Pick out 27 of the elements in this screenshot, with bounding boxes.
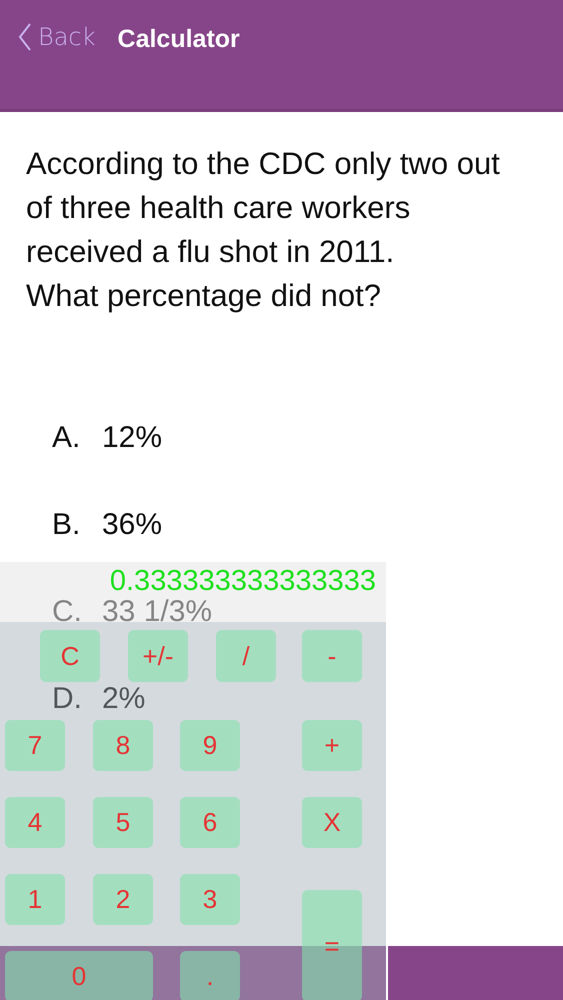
calculator-key[interactable]: 0 [5,951,153,1000]
answer-choice[interactable]: A. 12% [52,423,162,453]
chevron-left-icon [18,22,32,52]
answer-choice[interactable]: B. 36% [52,510,162,540]
calculator-key[interactable]: 7 [5,720,65,771]
calculator-key[interactable]: = [302,890,362,1000]
calculator-display: 0.333333333333333 [110,564,376,598]
answer-choice[interactable]: D. 2% [52,684,146,714]
answer-choice[interactable]: C. 33 1/3% [52,597,212,627]
calculator-key[interactable]: 8 [93,720,153,771]
calculator-key[interactable]: 2 [93,874,153,925]
calculator-key[interactable]: C [40,630,100,682]
calculator-key[interactable]: 3 [180,874,240,925]
calculator-key[interactable]: +/- [128,630,188,682]
calculator-key[interactable]: 5 [93,797,153,848]
calculator-key[interactable]: / [216,630,276,682]
calculator-key[interactable]: - [302,630,362,682]
calculator-key[interactable]: . [180,951,240,1000]
calculator-key[interactable]: X [302,797,362,848]
question-text: According to the CDC only two out of three health care workers received a flu shot in 2011. What percentage did not? [26,145,501,315]
calculator-key[interactable]: 9 [180,720,240,771]
calculator-key[interactable]: 1 [5,874,65,925]
calculator-key[interactable]: 6 [180,797,240,848]
screen-title: Calculator [118,24,240,55]
back-button[interactable]: Back [18,22,96,52]
calculator-key[interactable]: + [302,720,362,771]
calculator-key[interactable]: 4 [5,797,65,848]
